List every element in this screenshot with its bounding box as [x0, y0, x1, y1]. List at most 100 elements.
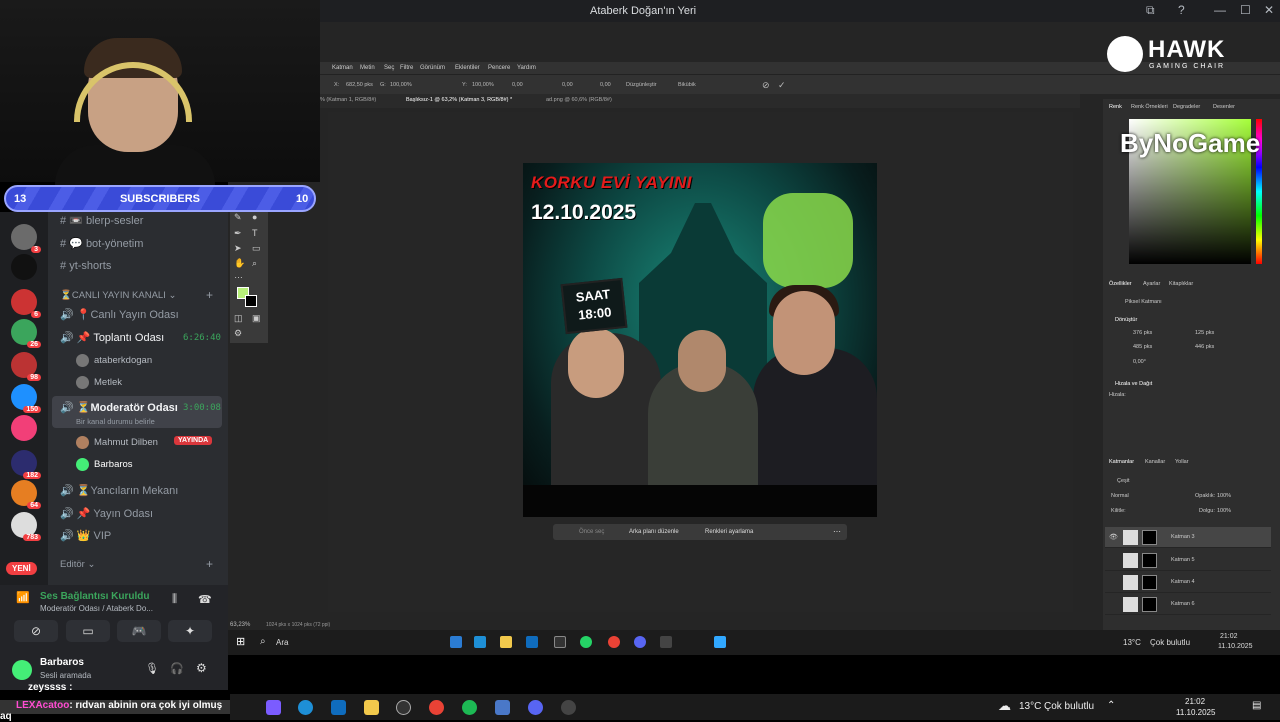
channel-blerp-sesler[interactable]: # 📼 blerp-sesler: [60, 214, 143, 227]
poster-canvas[interactable]: KORKU EVİ YAYINI 12.10.2025 SAAT 18:00: [523, 163, 877, 517]
ctx-select-first[interactable]: Önce seç: [579, 529, 604, 535]
maximize-icon[interactable]: ☐: [1240, 3, 1251, 17]
quick-mask-icon[interactable]: ◫: [234, 313, 243, 324]
channel-yt-shorts[interactable]: # yt-shorts: [60, 260, 111, 272]
more-tools-icon[interactable]: …: [234, 270, 243, 280]
disconnect-icon[interactable]: ☎: [198, 593, 212, 606]
voice-location[interactable]: Moderatör Odası / Ataberk Do...: [40, 604, 153, 613]
layer-row[interactable]: 👁 Katman 3: [1105, 527, 1271, 548]
type-tool-icon[interactable]: T: [252, 228, 258, 238]
menu-pencere[interactable]: Pencere: [488, 65, 510, 71]
outer-weather[interactable]: 13°C: [1019, 701, 1041, 712]
add-channel-icon[interactable]: +: [206, 288, 213, 302]
props-angle[interactable]: 0,00°: [1133, 359, 1146, 365]
tab-channels[interactable]: Kanallar: [1145, 459, 1165, 465]
explorer-icon[interactable]: [500, 636, 512, 648]
fill-value[interactable]: 100%: [1217, 508, 1231, 514]
cancel-transform-icon[interactable]: ⊘: [762, 80, 770, 91]
menu-katman[interactable]: Katman: [332, 65, 353, 71]
menu-sec[interactable]: Seç: [384, 65, 394, 71]
screen-share-button[interactable]: ▭: [66, 620, 110, 642]
shape-tool-icon[interactable]: ▭: [252, 243, 261, 254]
channel-toplanti-odasi[interactable]: 🔊 📌 Toplantı Odası: [60, 331, 164, 344]
inner-weather-desc[interactable]: Çok bulutlu: [1150, 638, 1190, 647]
camera-off-button[interactable]: ⊘: [14, 620, 58, 642]
soundboard-button[interactable]: ✦: [168, 620, 212, 642]
spotify-icon[interactable]: [462, 700, 477, 715]
tab-layers[interactable]: Katmanlar: [1109, 459, 1134, 465]
inner-weather[interactable]: 13°C: [1123, 638, 1141, 647]
server-icon[interactable]: [11, 254, 37, 280]
tab-patterns[interactable]: Desenler: [1213, 104, 1235, 110]
server-icon[interactable]: [11, 415, 37, 441]
noise-icon[interactable]: ⫼: [172, 593, 177, 606]
background-color-swatch[interactable]: [245, 295, 257, 307]
settings-gear-icon[interactable]: ⚙: [196, 661, 207, 675]
menu-eklentiler[interactable]: Eklentiler: [455, 65, 480, 71]
screen-mode-icon[interactable]: ▣: [252, 313, 261, 324]
server-icon[interactable]: 64: [11, 480, 41, 509]
menu-gorunum[interactable]: Görünüm: [420, 65, 445, 71]
app-icon[interactable]: [660, 636, 672, 648]
opt-angle[interactable]: 0,00: [512, 82, 523, 88]
brush-tool-icon[interactable]: ✎: [234, 212, 242, 223]
channel-moderator-odasi[interactable]: 🔊 ⏳Moderatör Odası: [60, 401, 178, 414]
props-transform[interactable]: Dönüştür: [1115, 317, 1137, 323]
menu-filtre[interactable]: Filtre: [400, 65, 413, 71]
opt-h[interactable]: 100,00%: [472, 82, 494, 88]
mic-icon[interactable]: 🎙: [145, 662, 159, 675]
opt-vy[interactable]: 0,00: [600, 82, 611, 88]
voice-user[interactable]: Mahmut Dilben: [76, 436, 158, 449]
server-icon[interactable]: 783: [11, 512, 41, 541]
tab-libraries[interactable]: Kitaplıklar: [1169, 281, 1193, 287]
activity-button[interactable]: 🎮: [117, 620, 161, 642]
doc-tab-1[interactable]: % (Katman 1, RGB/8#): [320, 97, 376, 103]
windows-start-icon[interactable]: ⊞: [236, 635, 245, 648]
opacity-value[interactable]: 100%: [1217, 493, 1231, 499]
server-icon[interactable]: 98: [11, 352, 41, 381]
category-canli-yayin[interactable]: ⏳CANLI YAYIN KANALI ⌄: [60, 290, 176, 301]
tab-properties[interactable]: Özellikler: [1109, 281, 1132, 287]
tab-color[interactable]: Renk: [1109, 104, 1122, 110]
edge-icon[interactable]: [474, 636, 486, 648]
layer-blend-mode[interactable]: Normal: [1111, 493, 1129, 499]
app-icon[interactable]: [495, 700, 510, 715]
opt-mode[interactable]: Bikübik: [678, 82, 696, 88]
server-icon[interactable]: 6: [11, 289, 41, 318]
doc-tab-2[interactable]: Başlıksız-1 @ 63,2% (Katman 3, RGB/8#) *: [406, 97, 512, 103]
close-icon[interactable]: ✕: [1264, 3, 1274, 17]
user-name[interactable]: Barbaros: [40, 657, 84, 668]
layer-row[interactable]: Katman 4: [1105, 572, 1271, 593]
channel-yancilarin-mekani[interactable]: 🔊 ⏳Yancıların Mekanı: [60, 484, 178, 497]
tab-adjustments[interactable]: Ayarlar: [1143, 281, 1160, 287]
edge-icon[interactable]: [298, 700, 313, 715]
tray-chevron-icon[interactable]: ⌃: [1107, 700, 1115, 711]
server-icon[interactable]: 182: [11, 450, 41, 479]
dodge-tool-icon[interactable]: ●: [252, 212, 257, 222]
chrome-icon[interactable]: [608, 636, 620, 648]
store-icon[interactable]: [554, 636, 566, 648]
voice-user[interactable]: Barbaros: [76, 458, 133, 471]
edit-toolbar-icon[interactable]: ⚙: [234, 328, 242, 339]
taskbar-search[interactable]: Ara: [276, 638, 288, 647]
props-h[interactable]: 485 pks: [1133, 344, 1152, 350]
category-editor[interactable]: Editör ⌄: [60, 559, 95, 570]
whatsapp-icon[interactable]: [580, 636, 592, 648]
discord-icon[interactable]: [634, 636, 646, 648]
inner-clock-date[interactable]: 11.10.2025: [1218, 643, 1253, 650]
ctx-edit-background[interactable]: Arka planı düzenle: [629, 529, 679, 535]
ctx-more-icon[interactable]: ⋯: [833, 527, 841, 536]
avatar[interactable]: [12, 660, 32, 680]
discord-icon[interactable]: [528, 700, 543, 715]
tab-paths[interactable]: Yollar: [1175, 459, 1189, 465]
restore-icon[interactable]: ⧉: [1146, 3, 1155, 18]
outer-clock-time[interactable]: 21:02: [1185, 697, 1205, 706]
channel-yayin-odasi[interactable]: 🔊 📌 Yayın Odası: [60, 507, 153, 520]
outer-clock-date[interactable]: 11.10.2025: [1176, 708, 1215, 717]
outlook-icon[interactable]: [526, 636, 538, 648]
new-badge[interactable]: YENİ: [6, 562, 37, 575]
add-channel-icon[interactable]: +: [206, 557, 213, 571]
photoshop-icon[interactable]: [714, 636, 726, 648]
pen-tool-icon[interactable]: ✒: [234, 228, 242, 239]
server-icon[interactable]: 150: [11, 384, 41, 413]
